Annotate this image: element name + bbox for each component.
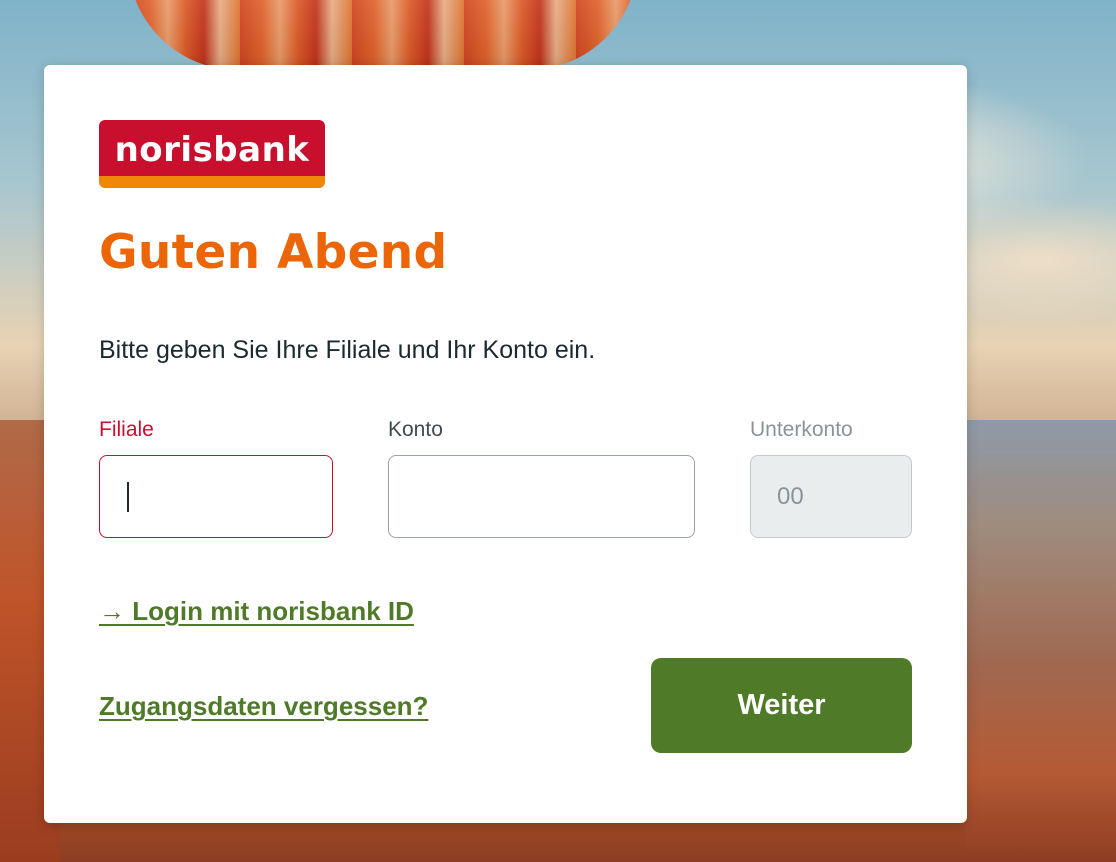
logo-red-block: norisbank <box>99 120 325 178</box>
login-norisbank-id-link[interactable]: → Login mit norisbank ID <box>99 595 414 627</box>
greeting-heading: Guten Abend <box>99 225 448 280</box>
weiter-button[interactable]: Weiter <box>651 658 912 753</box>
konto-input[interactable] <box>388 455 695 538</box>
norisbank-logo: norisbank <box>99 120 325 188</box>
forgot-credentials-link[interactable]: Zugangsdaten vergessen? <box>99 690 428 722</box>
login-card: norisbank Guten Abend Bitte geben Sie Ih… <box>44 65 967 823</box>
canyon-right-graphic <box>966 420 1116 862</box>
unterkonto-label: Unterkonto <box>750 418 853 441</box>
filiale-input[interactable] <box>99 455 333 538</box>
unterkonto-input[interactable] <box>750 455 912 538</box>
logo-orange-bar <box>99 176 325 188</box>
hot-air-balloon-graphic <box>128 0 638 70</box>
logo-text: norisbank <box>114 130 310 170</box>
text-cursor <box>127 482 129 512</box>
konto-label: Konto <box>388 418 443 441</box>
instructions-text: Bitte geben Sie Ihre Filiale und Ihr Kon… <box>99 336 596 364</box>
filiale-label: Filiale <box>99 418 154 441</box>
